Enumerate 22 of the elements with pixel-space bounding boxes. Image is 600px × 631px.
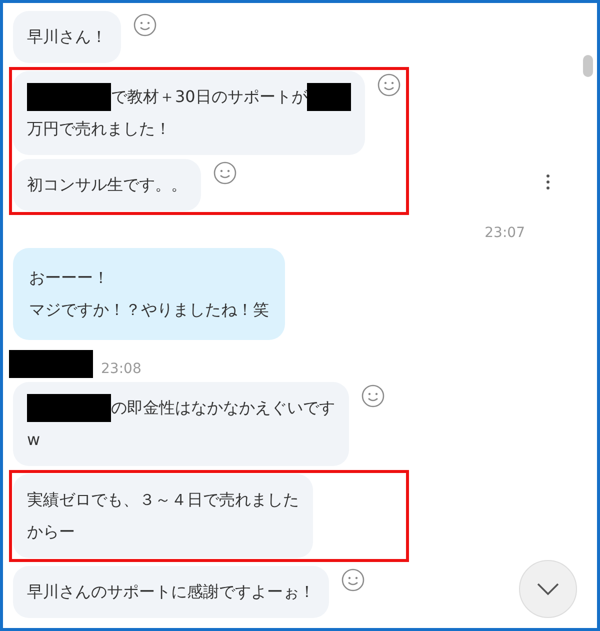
message-text: からー: [27, 521, 75, 543]
message-text: 万円で売れました！: [27, 118, 171, 140]
smiley-icon[interactable]: [341, 568, 365, 592]
scrollbar-thumb[interactable]: [583, 55, 593, 77]
message-text: 早川さんのサポートに感謝ですよーぉ！: [27, 581, 315, 603]
more-options-icon[interactable]: [545, 173, 551, 191]
chevron-down-icon: [536, 582, 560, 596]
smiley-icon[interactable]: [377, 73, 402, 97]
message-text: おーーー！: [29, 267, 109, 289]
smiley-icon[interactable]: [361, 384, 385, 408]
message-text: で教材＋30日のサポートが: [111, 86, 308, 108]
message-text: マジですか！？やりましたね！笑: [29, 299, 269, 321]
message-text: 早川さん！: [27, 26, 107, 48]
redaction-block: [307, 83, 352, 111]
smiley-icon[interactable]: [133, 13, 157, 37]
message-text: の即金性はなかなかえぐいです: [111, 397, 335, 419]
message-text: 初コンサル生です。。: [27, 174, 187, 196]
message-time: 23:07: [484, 224, 525, 243]
message-time: 23:08: [101, 360, 142, 378]
smiley-icon[interactable]: [213, 161, 237, 185]
message-text: w: [27, 429, 40, 451]
message-text: 実績ゼロでも、３～４日で売れました: [27, 489, 299, 511]
